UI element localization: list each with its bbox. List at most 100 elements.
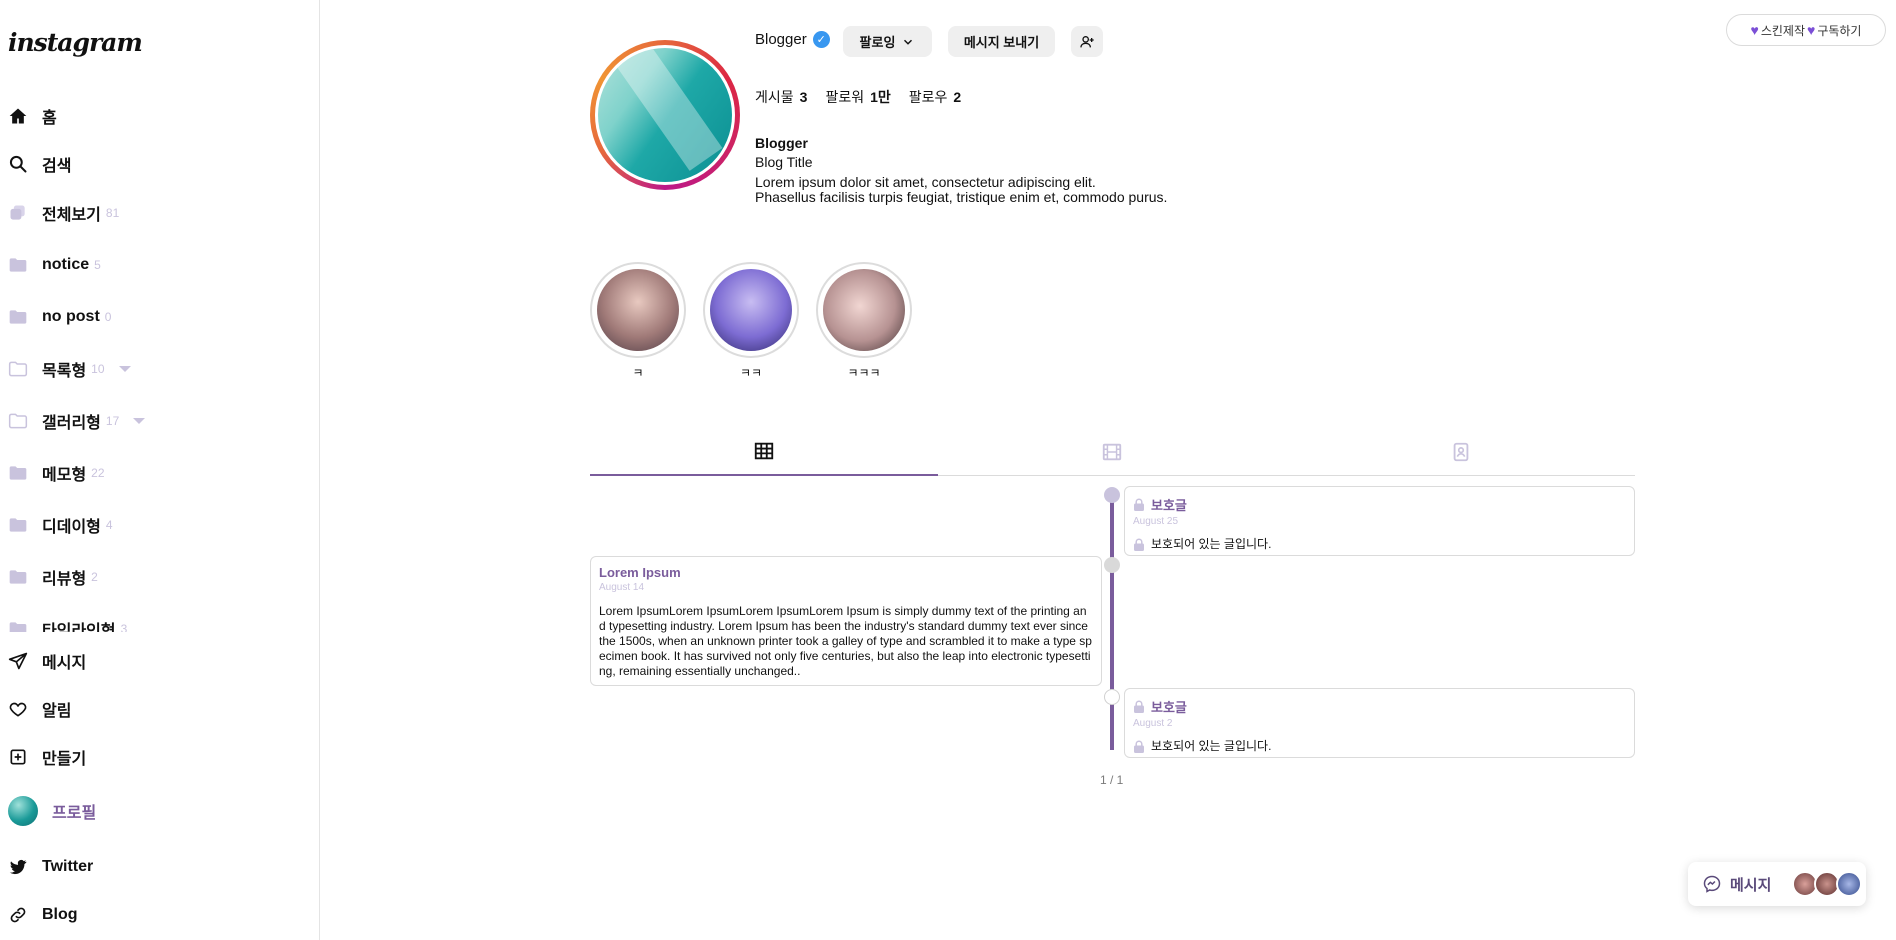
post-excerpt: 보호되어 있는 글입니다. [1133,739,1626,754]
post-excerpt-text: 보호되어 있는 글입니다. [1151,537,1272,551]
category-label: 전체보기 [42,207,101,224]
nav-search[interactable]: 검색 [8,150,71,178]
highlight-ring [816,262,912,358]
followers-label: 팔로워 [825,89,865,105]
post-date: August 2 [1133,718,1173,729]
nav-notifications[interactable]: 알림 [8,695,71,723]
chevron-down-icon[interactable] [133,418,146,424]
nav-blog-label: Blog [42,906,78,923]
messenger-icon [1703,875,1721,893]
nav-twitter-label: Twitter [42,858,94,875]
posts-stat[interactable]: 게시물 3 [755,87,807,107]
folder-icon [9,518,27,532]
nav-home[interactable]: 홈 [8,102,57,130]
send-icon [8,652,28,670]
following-label: 팔로우 [908,89,948,105]
post-title: 보호글 [1133,697,1626,716]
highlight-label: ㅋㅋ [739,366,763,380]
category-count: 4 [105,518,113,532]
story-highlight[interactable]: ㅋㅋㅋ [816,262,912,381]
stack-icon [10,205,25,220]
avatar [1836,871,1862,897]
category-no-post[interactable]: no post 0 [8,303,111,331]
lock-icon [1134,700,1144,713]
post-excerpt-text: 보호되어 있는 글입니다. [1151,739,1272,753]
story-highlight[interactable]: ㅋ [590,262,686,381]
highlight-label: ㅋㅋㅋ [847,366,881,380]
category-count: 81 [105,206,120,220]
subscribe-text[interactable]: 구독하기 [1817,22,1861,39]
folder-icon [9,258,27,272]
post-title: 보호글 [1133,495,1626,514]
nav-create[interactable]: 만들기 [8,743,86,771]
message-button-label: 메시지 보내기 [963,35,1040,50]
nav-twitter[interactable]: Twitter [8,853,93,881]
story-highlight[interactable]: ㅋㅋ [703,262,799,381]
timeline-dot [1104,557,1120,573]
link-icon [10,907,26,923]
skin-credit-text: 스킨제작 [1760,23,1805,38]
tab-posts-grid[interactable] [590,428,938,476]
profile-picture[interactable] [590,40,740,190]
followers-stat[interactable]: 팔로워 1만 [825,87,890,107]
search-icon [9,155,27,173]
plus-square-icon [10,749,26,765]
tab-tagged[interactable] [1287,428,1635,476]
category-timeline-type[interactable]: 타임라인형 3 [8,615,127,632]
timeline-post-card[interactable]: 보호글 August 2 보호되어 있는 글입니다. [1124,688,1635,758]
timeline-dot [1104,689,1120,705]
nav-profile[interactable]: 프로필 [8,796,97,826]
nav-profile-label: 프로필 [52,805,97,822]
following-button-label: 팔로잉 [859,35,896,50]
tab-reels[interactable] [938,428,1286,476]
category-notice[interactable]: notice 5 [8,251,101,279]
nav-messages[interactable]: 메시지 [8,647,86,675]
post-excerpt: Lorem IpsumLorem IpsumLorem IpsumLorem I… [599,604,1092,678]
profile-tabs [590,428,1635,476]
chevron-down-icon[interactable] [118,366,131,372]
timeline-post-card[interactable]: Lorem Ipsum August 14 Lorem IpsumLorem I… [590,556,1102,686]
chevron-down-icon [904,39,913,45]
instagram-logo[interactable]: instagram [8,28,143,57]
highlight-image [710,269,792,351]
category-dday-type[interactable]: 디데이형 4 [8,511,113,539]
floating-message-button[interactable]: 메시지 [1688,862,1866,906]
category-list[interactable]: 전체보기 81 notice 5 no post 0 목록형 10 갤러리형 1… [0,190,320,632]
timeline-dot [1104,487,1120,503]
timeline-post-card[interactable]: 보호글 August 25 보호되어 있는 글입니다. [1124,486,1635,556]
post-title-text: Lorem Ipsum [599,565,681,580]
add-user-icon [1080,35,1094,47]
folder-icon [9,466,27,480]
profile-stats: 게시물 3 팔로워 1만 팔로우 2 [755,87,961,107]
category-count: 0 [104,310,112,324]
category-list-type[interactable]: 목록형 10 [8,355,131,383]
following-button[interactable]: 팔로잉 [843,26,932,57]
skin-credit-badge[interactable]: ♥ 스킨제작 ♥ 구독하기 [1726,14,1886,46]
category-review-type[interactable]: 리뷰형 2 [8,563,98,591]
floating-message-label: 메시지 [1730,876,1772,894]
heart-icon [9,702,27,717]
username-text: Blogger [755,31,807,48]
category-memo-type[interactable]: 메모형 22 [8,459,105,487]
folder-icon [9,622,27,632]
following-stat[interactable]: 팔로우 2 [909,87,961,107]
highlight-label: ㅋ [632,366,644,380]
add-user-button[interactable] [1071,26,1103,57]
nav-blog[interactable]: Blog [8,901,78,929]
category-all[interactable]: 전체보기 81 [8,199,119,227]
category-label: 디데이형 [42,519,101,536]
message-button[interactable]: 메시지 보내기 [948,26,1055,57]
followers-count: 1만 [870,89,891,105]
category-count: 10 [91,362,105,376]
post-title: Lorem Ipsum [599,565,1093,580]
bio-description: Lorem ipsum dolor sit amet, consectetur … [755,175,1255,205]
avatar [8,796,38,826]
category-label: 리뷰형 [42,571,87,588]
category-gallery-type[interactable]: 갤러리형 17 [8,407,146,435]
category-count: 3 [120,622,128,632]
verified-badge-icon: ✓ [812,31,830,48]
category-count: 17 [105,414,120,428]
post-date: August 25 [1133,516,1179,527]
posts-count: 3 [799,89,808,105]
category-label: notice [42,256,90,273]
